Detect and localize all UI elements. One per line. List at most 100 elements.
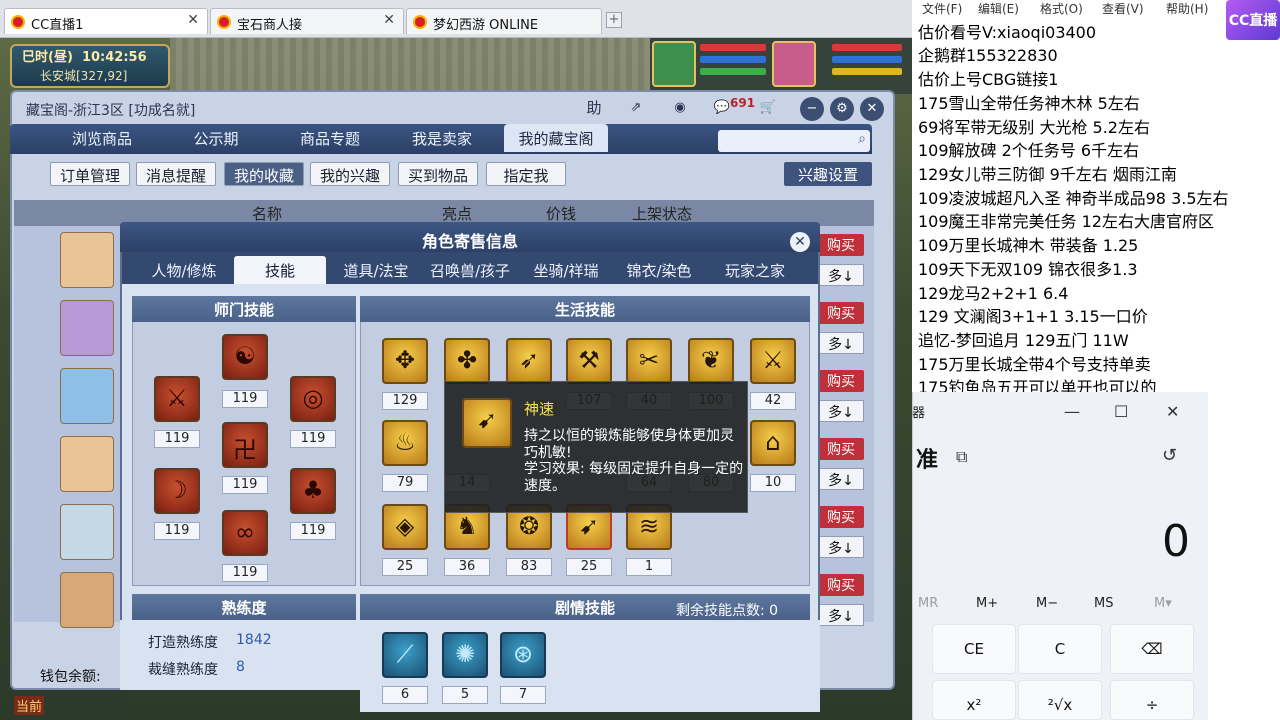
minimize-icon[interactable]: − bbox=[800, 97, 824, 121]
tab-gem-merchant[interactable]: 宝石商人接 ✕ bbox=[210, 8, 404, 34]
character-avatar[interactable] bbox=[60, 232, 114, 288]
settings-gear-icon[interactable]: ⚙ bbox=[830, 97, 854, 121]
more-button[interactable]: 多↓ bbox=[818, 332, 864, 354]
purchased-button[interactable]: 买到物品 bbox=[398, 162, 478, 186]
tab-publicity[interactable]: 公示期 bbox=[168, 124, 264, 152]
skill-level: 119 bbox=[222, 390, 268, 408]
character-avatar[interactable] bbox=[60, 436, 114, 492]
life-skill-icon[interactable]: ⚔ bbox=[750, 338, 796, 384]
character-avatar[interactable] bbox=[60, 300, 114, 356]
new-tab-button[interactable]: + bbox=[606, 12, 622, 28]
notifications-button[interactable]: 消息提醒 bbox=[136, 162, 216, 186]
close-icon[interactable]: ✕ bbox=[187, 12, 199, 28]
skill-level: 79 bbox=[382, 474, 428, 492]
buy-button[interactable]: 购买 bbox=[818, 370, 864, 392]
school-skill-icon[interactable]: ◎ bbox=[290, 376, 336, 422]
favorites-button[interactable]: 我的收藏 bbox=[224, 162, 304, 186]
tab-character[interactable]: 人物/修炼 bbox=[140, 256, 228, 284]
story-skill-icon[interactable]: ✺ bbox=[442, 632, 488, 678]
life-skill-icon[interactable]: ➶ bbox=[506, 338, 552, 384]
square-button[interactable]: x² bbox=[932, 680, 1016, 720]
share-icon[interactable]: ⇗ bbox=[624, 96, 648, 120]
search-input[interactable]: ⌕ bbox=[718, 130, 870, 152]
close-icon[interactable]: ✕ bbox=[860, 97, 884, 121]
school-skill-icon[interactable]: 卍 bbox=[222, 422, 268, 468]
story-skill-icon[interactable]: ⊛ bbox=[500, 632, 546, 678]
menu-view[interactable]: 查看(V) bbox=[1102, 0, 1144, 17]
tab-mhxy[interactable]: 梦幻西游 ONLINE bbox=[406, 8, 602, 34]
cart-icon[interactable]: 🛒 bbox=[756, 96, 780, 120]
minimize-icon[interactable]: — bbox=[1064, 402, 1080, 421]
character-avatar[interactable] bbox=[60, 504, 114, 560]
divide-button[interactable]: ÷ bbox=[1110, 680, 1194, 720]
memory-list-button[interactable]: M▾ bbox=[1154, 596, 1172, 611]
keep-on-top-icon[interactable]: ⧉ bbox=[956, 447, 967, 467]
life-skill-icon[interactable]: ♨ bbox=[382, 420, 428, 466]
tab-items[interactable]: 道具/法宝 bbox=[332, 256, 420, 284]
memory-store-button[interactable]: MS bbox=[1094, 596, 1113, 611]
life-skill-icon[interactable]: ◈ bbox=[382, 504, 428, 550]
designated-button[interactable]: 指定我 bbox=[486, 162, 566, 186]
overlay-line: 175雪山全带任务神木林 5左右 bbox=[918, 94, 1140, 113]
school-skill-icon[interactable]: ♣ bbox=[290, 468, 336, 514]
school-skill-icon[interactable]: ☽ bbox=[154, 468, 200, 514]
menu-file[interactable]: 文件(F) bbox=[922, 0, 962, 17]
history-icon[interactable]: ↺ bbox=[1162, 445, 1177, 466]
life-skill-icon[interactable]: ✤ bbox=[444, 338, 490, 384]
close-icon[interactable]: ✕ bbox=[1166, 402, 1179, 421]
tab-browse[interactable]: 浏览商品 bbox=[46, 124, 158, 152]
tab-pets[interactable]: 召唤兽/孩子 bbox=[424, 256, 516, 284]
clear-button[interactable]: C bbox=[1018, 624, 1102, 674]
close-icon[interactable]: ✕ bbox=[383, 12, 395, 28]
buy-button[interactable]: 购买 bbox=[818, 574, 864, 596]
life-skill-icon[interactable]: ✂ bbox=[626, 338, 672, 384]
tab-home[interactable]: 玩家之家 bbox=[710, 256, 800, 284]
current-channel[interactable]: 当前 bbox=[14, 696, 45, 715]
search-icon[interactable]: ⌕ bbox=[858, 131, 866, 147]
school-skill-icon[interactable]: ☯ bbox=[222, 334, 268, 380]
memory-add-button[interactable]: M+ bbox=[976, 596, 998, 611]
menu-edit[interactable]: 编辑(E) bbox=[978, 0, 1019, 17]
memory-recall-button[interactable]: MR bbox=[918, 596, 938, 611]
buy-button[interactable]: 购买 bbox=[818, 506, 864, 528]
clear-entry-button[interactable]: CE bbox=[932, 624, 1016, 674]
tab-mounts[interactable]: 坐骑/祥瑞 bbox=[520, 256, 612, 284]
more-button[interactable]: 多↓ bbox=[818, 400, 864, 422]
tab-seller[interactable]: 我是卖家 bbox=[396, 124, 488, 152]
player-avatar[interactable] bbox=[772, 41, 816, 87]
character-avatar[interactable] bbox=[60, 368, 114, 424]
more-button[interactable]: 多↓ bbox=[818, 468, 864, 490]
pet-avatar[interactable] bbox=[652, 41, 696, 87]
close-icon[interactable]: ✕ bbox=[790, 232, 810, 252]
more-button[interactable]: 多↓ bbox=[818, 536, 864, 558]
buy-button[interactable]: 购买 bbox=[818, 302, 864, 324]
backspace-button[interactable]: ⌫ bbox=[1110, 624, 1194, 674]
more-button[interactable]: 多↓ bbox=[818, 264, 864, 286]
life-skill-icon[interactable]: ❦ bbox=[688, 338, 734, 384]
tab-my-market[interactable]: 我的藏宝阁 bbox=[504, 124, 608, 152]
interest-settings-button[interactable]: 兴趣设置 bbox=[784, 162, 872, 186]
tab-topics[interactable]: 商品专题 bbox=[280, 124, 380, 152]
school-skill-icon[interactable]: ⚔ bbox=[154, 376, 200, 422]
character-avatar[interactable] bbox=[60, 572, 114, 628]
orders-button[interactable]: 订单管理 bbox=[50, 162, 130, 186]
life-skill-icon[interactable]: ✥ bbox=[382, 338, 428, 384]
menu-format[interactable]: 格式(O) bbox=[1040, 0, 1083, 17]
square-root-button[interactable]: ²√x bbox=[1018, 680, 1102, 720]
help-button[interactable]: 助 bbox=[582, 96, 606, 120]
life-skill-icon[interactable]: ⌂ bbox=[750, 420, 796, 466]
memory-subtract-button[interactable]: M− bbox=[1036, 596, 1058, 611]
tab-cc-live[interactable]: CC直播1 ✕ bbox=[4, 8, 208, 34]
school-skill-icon[interactable]: ∞ bbox=[222, 510, 268, 556]
story-skill-icon[interactable]: ⟋ bbox=[382, 632, 428, 678]
menu-help[interactable]: 帮助(H) bbox=[1166, 0, 1208, 17]
buy-button[interactable]: 购买 bbox=[818, 438, 864, 460]
stop-icon[interactable]: ◉ bbox=[668, 96, 692, 120]
interests-button[interactable]: 我的兴趣 bbox=[310, 162, 390, 186]
buy-button[interactable]: 购买 bbox=[818, 234, 864, 256]
life-skill-icon[interactable]: ⚒ bbox=[566, 338, 612, 384]
tab-skills[interactable]: 技能 bbox=[234, 256, 326, 284]
maximize-icon[interactable]: ☐ bbox=[1114, 402, 1128, 421]
tab-outfits[interactable]: 锦衣/染色 bbox=[614, 256, 704, 284]
more-button[interactable]: 多↓ bbox=[818, 604, 864, 626]
